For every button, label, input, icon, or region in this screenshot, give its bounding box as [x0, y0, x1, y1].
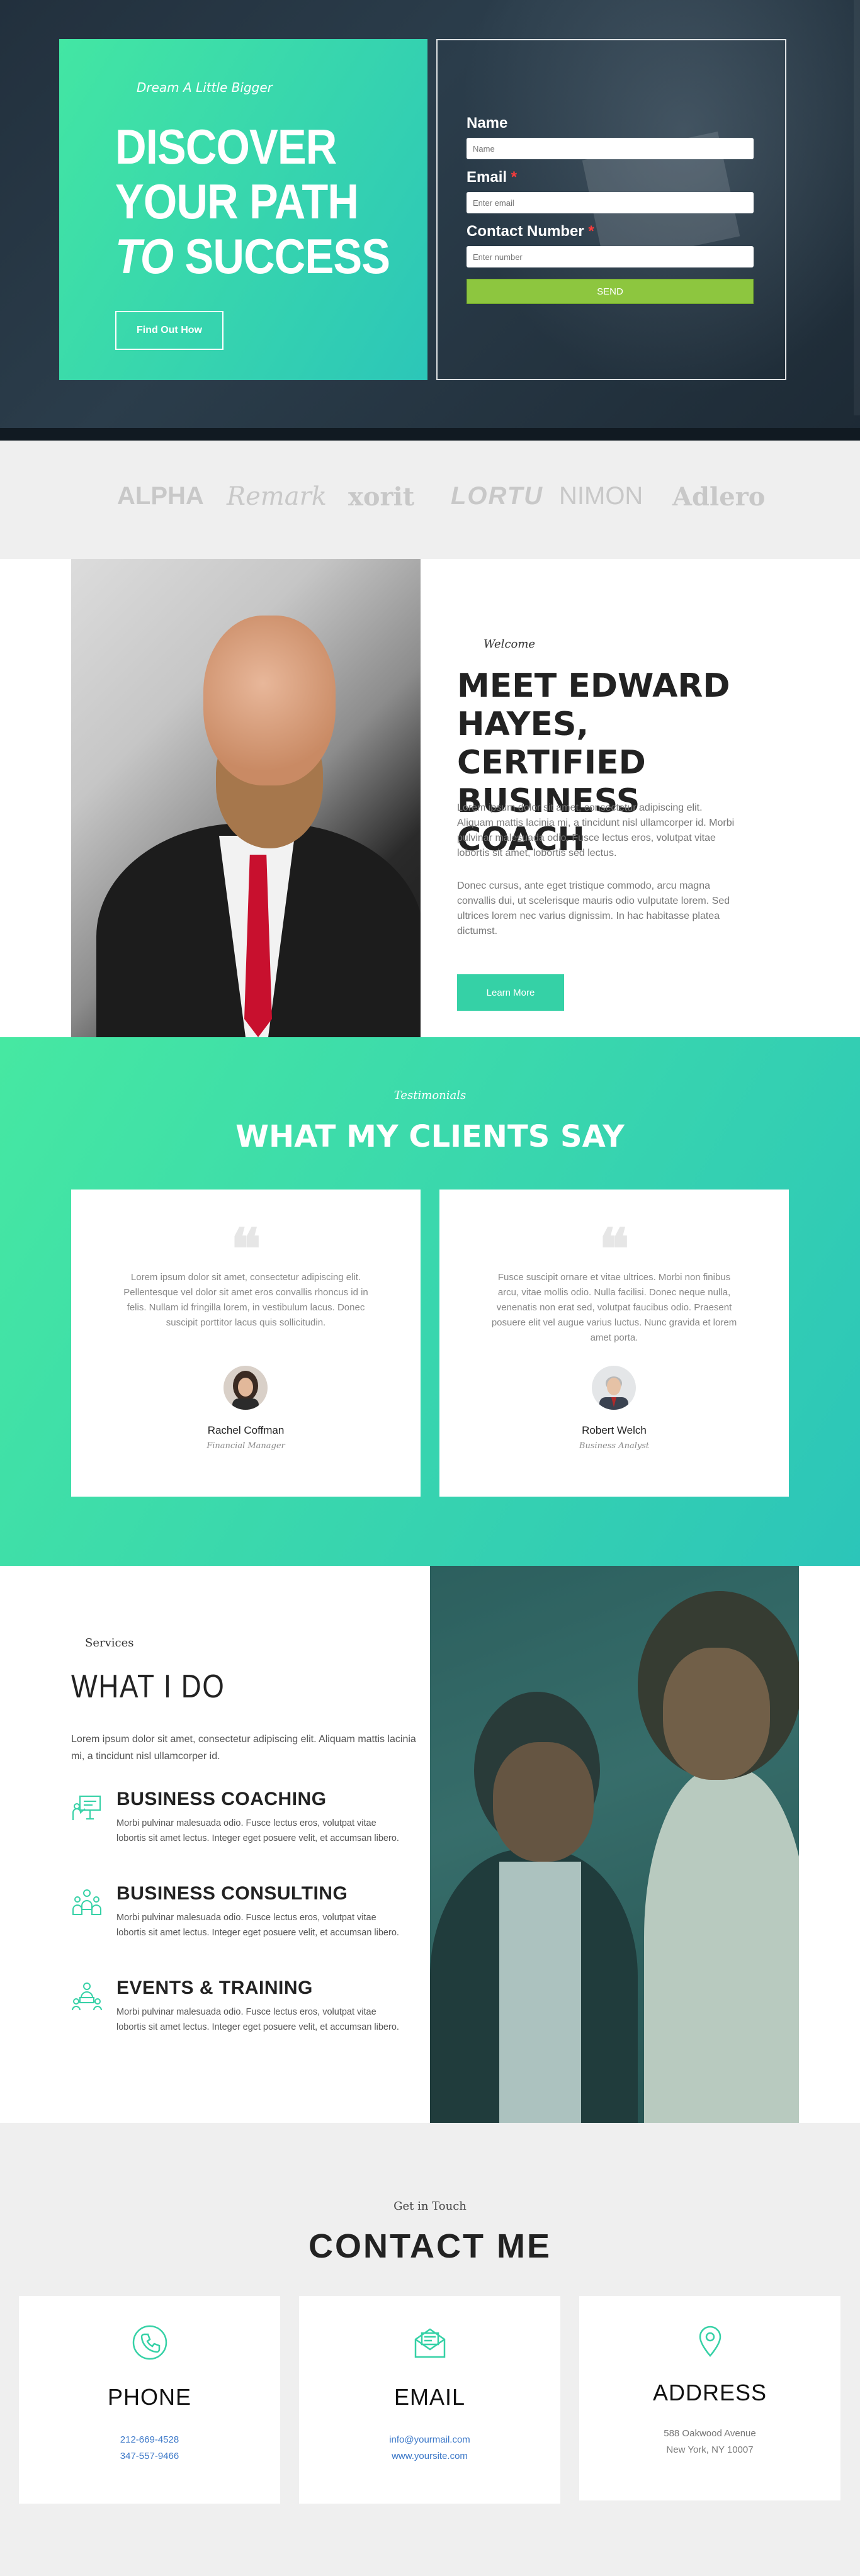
hero-bottom-strip	[0, 428, 860, 441]
required-mark: *	[588, 223, 594, 240]
hero-card: Dream A Little Bigger DISCOVER YOUR PATH…	[59, 39, 427, 380]
testimonial-card: ❝ Fusce suscipit ornare et vitae ultrice…	[439, 1190, 789, 1497]
signup-form: Name Email * Contact Number * SEND	[436, 39, 786, 380]
contact-card-address: ADDRESS 588 Oakwood Avenue New York, NY …	[579, 2296, 840, 2500]
team-icon	[71, 1887, 103, 1918]
location-pin-icon	[579, 2324, 840, 2361]
logo-remark: Remark	[227, 482, 327, 511]
testimonial-role: Financial Manager	[207, 1441, 285, 1451]
about-paragraph-2: Donec cursus, ante eget tristique commod…	[457, 880, 730, 936]
services-tag: Services	[85, 1636, 134, 1650]
service-title: BUSINESS COACHING	[116, 1789, 327, 1809]
testimonials-section: Testimonials WHAT MY CLIENTS SAY ❝ Lorem…	[0, 1037, 860, 1566]
testimonial-name: Robert Welch	[582, 1424, 647, 1436]
find-out-how-button[interactable]: Find Out How	[115, 311, 223, 350]
hero-title-line: YOUR PATH	[115, 174, 359, 229]
client-logos-strip: ALPHA Remark xorit LORTU NIMON Adlero	[0, 441, 860, 559]
website-link[interactable]: www.yoursite.com	[299, 2451, 560, 2461]
name-label-text: Name	[467, 115, 508, 132]
required-mark: *	[511, 169, 518, 186]
contact-card-title: EMAIL	[393, 2384, 466, 2410]
service-text: Morbi pulvinar malesuada odio. Fusce lec…	[116, 1818, 399, 1843]
contact-card-title: ADDRESS	[652, 2380, 767, 2405]
service-text: Morbi pulvinar malesuada odio. Fusce lec…	[116, 2007, 399, 2032]
testimonial-text: Fusce suscipit ornare et vitae ultrices.…	[491, 1272, 737, 1343]
services-title: WHAT I DO	[71, 1668, 225, 1705]
coach-photo	[71, 559, 421, 1037]
learn-more-button[interactable]: Learn More	[457, 974, 564, 1011]
training-icon	[71, 1981, 103, 2013]
photo-tint	[430, 1566, 799, 2123]
email-label-text: Email	[467, 169, 507, 186]
phone-link[interactable]: 212-669-4528	[19, 2434, 280, 2445]
service-title: BUSINESS CONSULTING	[116, 1883, 348, 1904]
email-input[interactable]	[467, 192, 754, 213]
contact-card-email: EMAIL info@yourmail.com www.yoursite.com	[299, 2296, 560, 2504]
about-paragraph-1: Lorem ipsum dolor sit amet, consectetur …	[457, 802, 735, 858]
service-title: EVENTS & TRAINING	[116, 1977, 313, 1998]
testimonial-name: Rachel Coffman	[207, 1424, 285, 1436]
hero-title-line: DISCOVER	[115, 119, 337, 174]
about-welcome: Welcome	[484, 638, 536, 651]
services-intro: Lorem ipsum dolor sit amet, consectetur …	[71, 1734, 416, 1762]
landing-page: Dream A Little Bigger DISCOVER YOUR PATH…	[0, 0, 860, 2576]
testimonial-text: Lorem ipsum dolor sit amet, consectetur …	[123, 1272, 368, 1328]
logo-nimon: NIMON	[559, 482, 643, 510]
testimonial-card: ❝ Lorem ipsum dolor sit amet, consectetu…	[71, 1190, 421, 1497]
photo-shape	[203, 616, 336, 785]
hero-title-rest: SUCCESS	[184, 228, 391, 284]
email-link[interactable]: info@yourmail.com	[299, 2434, 560, 2445]
logo-xorit: xorit	[348, 482, 415, 512]
email-label: Email *	[467, 169, 517, 186]
phone-icon	[19, 2324, 280, 2361]
contact-number-input[interactable]	[467, 246, 754, 267]
testimonials-tag: Testimonials	[393, 1089, 467, 1102]
hero-title-italic: TO	[115, 228, 174, 284]
contact-number-label-text: Contact Number	[467, 223, 584, 240]
hero-title-line: TO SUCCESS	[115, 229, 390, 284]
address-line: 588 Oakwood Avenue	[664, 2428, 756, 2439]
contact-tag: Get in Touch	[393, 2200, 467, 2213]
service-text: Morbi pulvinar malesuada odio. Fusce lec…	[116, 1913, 399, 1938]
address-line: New York, NY 10007	[666, 2444, 754, 2455]
quote-icon: ❝	[230, 1216, 261, 1283]
contact-number-label: Contact Number *	[467, 223, 594, 240]
logo-lortu: LORTU	[451, 482, 544, 510]
contact-title: CONTACT ME	[308, 2227, 552, 2265]
contact-card-title: PHONE	[107, 2384, 192, 2410]
presentation-icon	[71, 1792, 103, 1824]
services-photo	[430, 1566, 799, 2123]
logo-alpha: ALPHA	[117, 482, 204, 510]
send-button[interactable]: SEND	[467, 279, 754, 304]
logo-adlero: Adlero	[672, 482, 766, 512]
quote-icon: ❝	[599, 1216, 630, 1283]
testimonials-title: WHAT MY CLIENTS SAY	[235, 1119, 625, 1154]
phone-link[interactable]: 347-557-9466	[19, 2451, 280, 2461]
hero-title: DISCOVER YOUR PATH TO SUCCESS	[115, 120, 390, 284]
avatar	[223, 1366, 268, 1410]
name-input[interactable]	[467, 138, 754, 159]
contact-section: Get in Touch CONTACT ME PHONE 212-669-45…	[0, 2123, 860, 2576]
avatar	[592, 1366, 636, 1410]
hero-tagline: Dream A Little Bigger	[137, 80, 273, 95]
name-label: Name	[467, 115, 507, 132]
testimonial-role: Business Analyst	[579, 1441, 650, 1451]
contact-card-phone: PHONE 212-669-4528 347-557-9466	[19, 2296, 280, 2504]
hero-section: Dream A Little Bigger DISCOVER YOUR PATH…	[0, 0, 860, 441]
scrollbar[interactable]	[854, 0, 860, 415]
email-icon	[299, 2324, 560, 2361]
